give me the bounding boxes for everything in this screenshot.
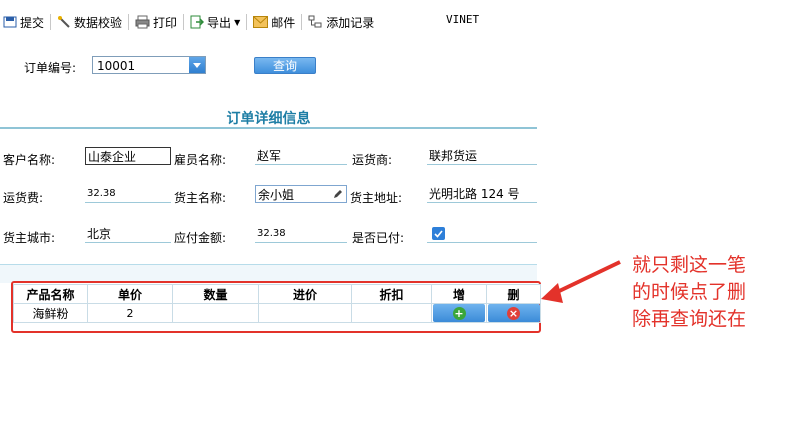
annotation-arrow-icon: [541, 260, 621, 303]
annotation-line-2: 的时候点了删: [632, 281, 747, 303]
annotation-line-1: 就只剩这一笔: [632, 254, 747, 276]
annotation-line-3: 除再查询还在: [632, 308, 747, 330]
annotation-note: 就只剩这一笔 的时候点了删 除再查询还在: [632, 252, 772, 333]
